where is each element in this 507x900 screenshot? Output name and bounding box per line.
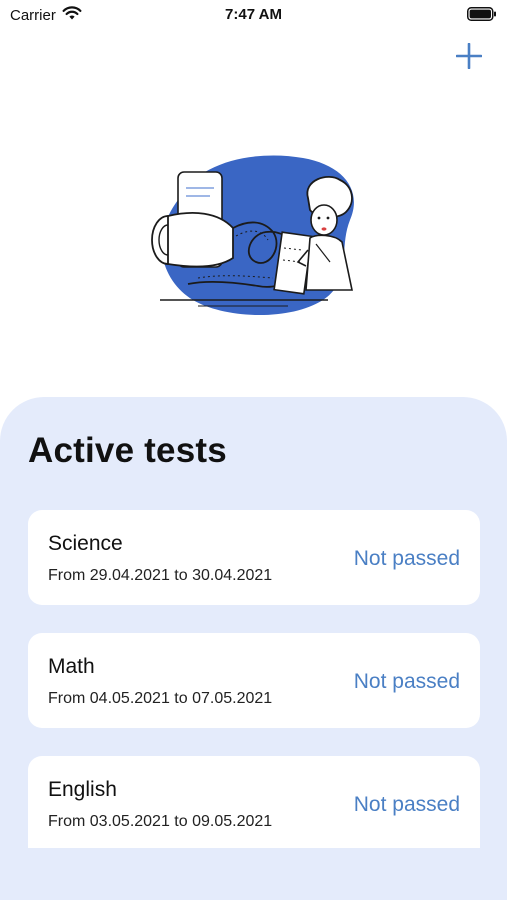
status-bar: Carrier 7:47 AM — [0, 0, 507, 30]
test-dates: From 04.05.2021 to 07.05.2021 — [48, 690, 273, 707]
battery-icon — [467, 7, 497, 25]
test-card-science[interactable]: Science From 29.04.2021 to 30.04.2021 No… — [28, 510, 480, 605]
test-status: Not passed — [353, 547, 460, 570]
panel-title: Active tests — [28, 431, 227, 470]
scientist-with-tests-illustration — [138, 150, 366, 320]
test-name: English — [48, 778, 117, 801]
screen: Carrier 7:47 AM Active tests Science Fro… — [0, 0, 507, 900]
add-test-button[interactable] — [453, 40, 485, 72]
test-status: Not passed — [353, 793, 460, 816]
test-dates: From 03.05.2021 to 09.05.2021 — [48, 813, 273, 830]
test-list: Science From 29.04.2021 to 30.04.2021 No… — [28, 510, 480, 876]
test-name: Math — [48, 655, 95, 678]
test-card-english[interactable]: English From 03.05.2021 to 09.05.2021 No… — [28, 756, 480, 848]
test-status: Not passed — [353, 670, 460, 693]
test-card-math[interactable]: Math From 04.05.2021 to 07.05.2021 Not p… — [28, 633, 480, 728]
test-dates: From 29.04.2021 to 30.04.2021 — [48, 567, 273, 584]
active-tests-panel: Active tests Science From 29.04.2021 to … — [0, 397, 507, 900]
status-time: 7:47 AM — [225, 6, 282, 23]
test-name: Science — [48, 532, 123, 555]
plus-icon — [456, 43, 482, 69]
